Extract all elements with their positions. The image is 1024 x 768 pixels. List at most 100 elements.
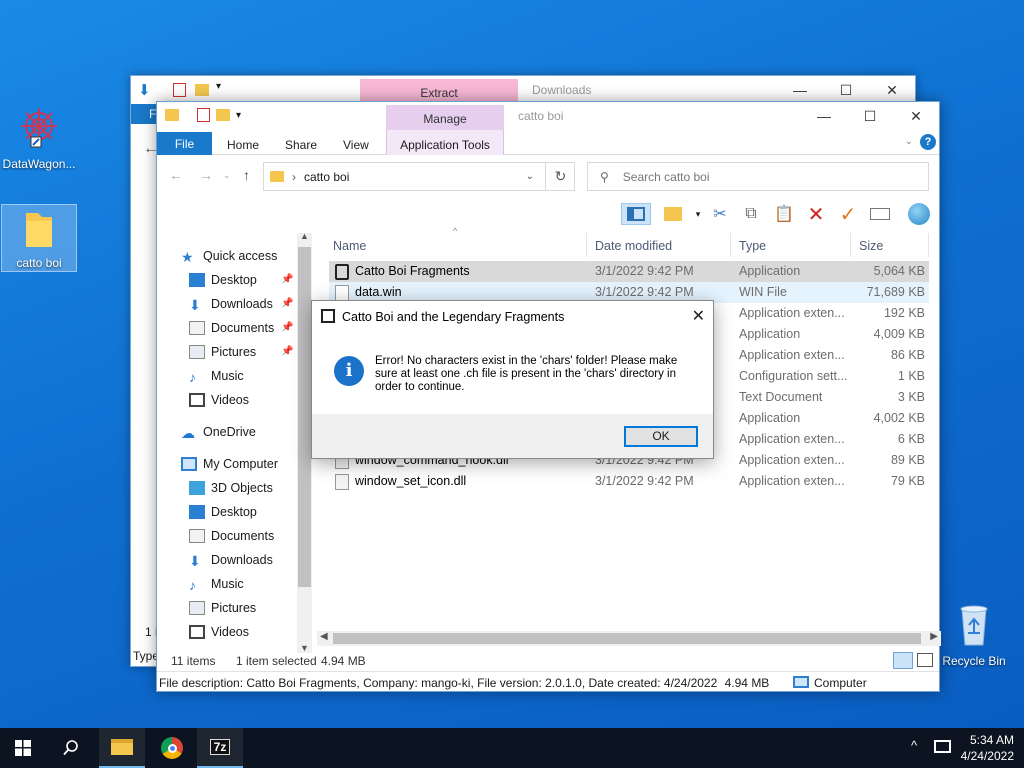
maximize-button[interactable]: ☐ (823, 76, 869, 104)
pin-icon[interactable]: 📌 (281, 274, 293, 285)
chrome-taskbar-button[interactable] (149, 728, 195, 768)
pin-icon[interactable]: 📌 (281, 298, 293, 309)
system-clock[interactable]: 5:34 AM 4/24/2022 (961, 732, 1014, 764)
nav-onedrive[interactable]: ☁ OneDrive (181, 422, 256, 442)
delete-icon[interactable]: ✕ (805, 203, 827, 226)
forward-arrow-icon[interactable]: → (199, 167, 213, 183)
nav-item-pc-downloads[interactable]: ⬇ Downloads (189, 550, 273, 570)
nav-item-3d-objects[interactable]: 3D Objects (189, 478, 273, 498)
back-arrow-icon[interactable]: ← (169, 167, 183, 183)
column-header-size[interactable]: Size (851, 233, 929, 257)
network-icon[interactable] (934, 740, 951, 753)
nav-item-documents[interactable]: Documents (189, 318, 274, 338)
paste-icon[interactable]: 📋 (773, 203, 795, 225)
recent-locations-icon[interactable]: ⌄ (223, 170, 231, 181)
desktop-icon-datawagon[interactable]: DataWagon... (1, 104, 77, 171)
preview-pane-icon[interactable] (621, 203, 651, 225)
desktop-icon-recycle-bin[interactable]: Recycle Bin (936, 603, 1012, 668)
file-explorer-taskbar-button[interactable] (99, 728, 145, 768)
scrollbar-thumb[interactable] (298, 247, 311, 587)
start-button[interactable] (0, 728, 46, 768)
nav-item-pc-music[interactable]: ♪ Music (189, 574, 244, 594)
ok-button[interactable]: OK (624, 426, 698, 447)
ribbon-tabs: File Home Share View Application Tools ⌄… (157, 130, 939, 155)
title-bar[interactable]: ⬇ ▾ Extract Downloads — ☐ ✕ (131, 76, 915, 104)
minimize-button[interactable]: — (801, 102, 847, 130)
nav-item-desktop[interactable]: Desktop (189, 270, 257, 290)
file-date: 3/1/2022 9:42 PM (595, 474, 694, 488)
file-row[interactable]: window_set_icon.dll 3/1/2022 9:42 PM App… (329, 471, 929, 492)
scroll-up-icon[interactable]: ▲ (300, 231, 309, 241)
search-button[interactable] (48, 728, 94, 768)
customize-quick-access-icon[interactable]: ▾ (236, 110, 241, 121)
close-button[interactable]: ✕ (869, 76, 915, 104)
dialog-title-bar[interactable]: Catto Boi and the Legendary Fragments ✕ (312, 301, 713, 333)
chevron-down-icon[interactable]: ⌄ (526, 171, 534, 182)
file-name: Catto Boi Fragments (355, 264, 470, 278)
new-folder-icon[interactable] (216, 109, 230, 121)
minimize-button[interactable]: — (777, 76, 823, 104)
nav-quick-access[interactable]: ★ Quick access (181, 246, 277, 266)
tab-share[interactable]: Share (285, 132, 317, 155)
scroll-left-icon[interactable]: ◀ (320, 631, 328, 642)
search-icon: ⚲ (600, 169, 609, 184)
search-box[interactable]: ⚲ Search catto boi (587, 162, 929, 191)
up-arrow-icon[interactable]: ↑ (243, 167, 250, 183)
nav-label: Downloads (211, 297, 273, 311)
window-title: catto boi (518, 109, 564, 123)
breadcrumb-catto-boi[interactable]: catto boi (304, 170, 349, 184)
7zip-taskbar-button[interactable]: 7z (197, 728, 243, 768)
title-bar[interactable]: ▾ Manage catto boi — ☐ ✕ (157, 102, 939, 130)
address-bar[interactable]: › catto boi ⌄ (263, 162, 575, 191)
nav-label: Music (211, 577, 244, 591)
nav-item-pictures[interactable]: Pictures (189, 342, 256, 362)
maximize-button[interactable]: ☐ (847, 102, 893, 130)
column-header-name[interactable]: Name (325, 233, 587, 257)
column-header-type[interactable]: Type (731, 233, 851, 257)
computer-label: Computer (814, 676, 867, 690)
rename-check-icon[interactable]: ✓ (837, 203, 859, 226)
tab-file[interactable]: File (157, 132, 212, 155)
expand-ribbon-icon[interactable]: ⌄ (905, 136, 913, 147)
horizontal-scrollbar[interactable]: ◀ ▶ (317, 631, 941, 646)
cut-icon[interactable]: ✂ (709, 203, 731, 225)
tab-manage[interactable]: Manage (386, 105, 504, 130)
nav-item-videos[interactable]: Videos (189, 390, 249, 410)
properties-icon[interactable] (869, 203, 891, 225)
properties-icon[interactable] (197, 108, 210, 122)
close-button[interactable]: ✕ (893, 102, 939, 130)
nav-label: Documents (211, 321, 275, 335)
pin-icon[interactable]: 📌 (281, 322, 293, 333)
nav-item-pc-documents[interactable]: Documents (189, 526, 274, 546)
nav-item-pc-desktop[interactable]: Desktop (189, 502, 257, 522)
nav-item-downloads[interactable]: ⬇ Downloads (189, 294, 273, 314)
shell-icon[interactable] (908, 203, 930, 225)
sort-up-icon: ^ (453, 226, 458, 236)
file-tab[interactable]: F (131, 104, 157, 124)
nav-item-pc-pictures[interactable]: Pictures (189, 598, 256, 618)
pin-icon[interactable]: 📌 (281, 346, 293, 357)
error-dialog[interactable]: Catto Boi and the Legendary Fragments ✕ … (311, 300, 714, 459)
file-row[interactable]: Catto Boi Fragments 3/1/2022 9:42 PM App… (329, 261, 929, 282)
dropdown-arrow-icon[interactable]: ▾ (687, 203, 709, 225)
desktop-icon-catto-boi[interactable]: catto boi (1, 204, 77, 272)
folder-icon[interactable] (165, 109, 179, 121)
scrollbar-thumb[interactable] (333, 633, 921, 644)
nav-scrollbar[interactable]: ▲ ▼ (297, 231, 312, 653)
nav-my-computer[interactable]: My Computer (181, 454, 278, 474)
column-header-date[interactable]: Date modified (587, 233, 731, 257)
details-view-icon[interactable] (893, 652, 913, 669)
help-icon[interactable]: ? (920, 134, 936, 150)
tab-view[interactable]: View (343, 132, 369, 155)
show-hidden-icons-icon[interactable]: ^ (911, 738, 917, 753)
refresh-button[interactable]: ↻ (545, 162, 575, 191)
nav-item-pc-videos[interactable]: Videos (189, 622, 249, 642)
nav-item-music[interactable]: ♪ Music (189, 366, 244, 386)
new-folder-icon[interactable] (662, 203, 684, 225)
tab-application-tools[interactable]: Application Tools (386, 130, 504, 155)
copy-icon[interactable]: ⧉ (740, 203, 762, 225)
scroll-right-icon[interactable]: ▶ (930, 631, 938, 642)
close-button[interactable]: ✕ (692, 306, 705, 326)
tab-home[interactable]: Home (227, 132, 259, 155)
large-icons-view-icon[interactable] (917, 653, 933, 667)
